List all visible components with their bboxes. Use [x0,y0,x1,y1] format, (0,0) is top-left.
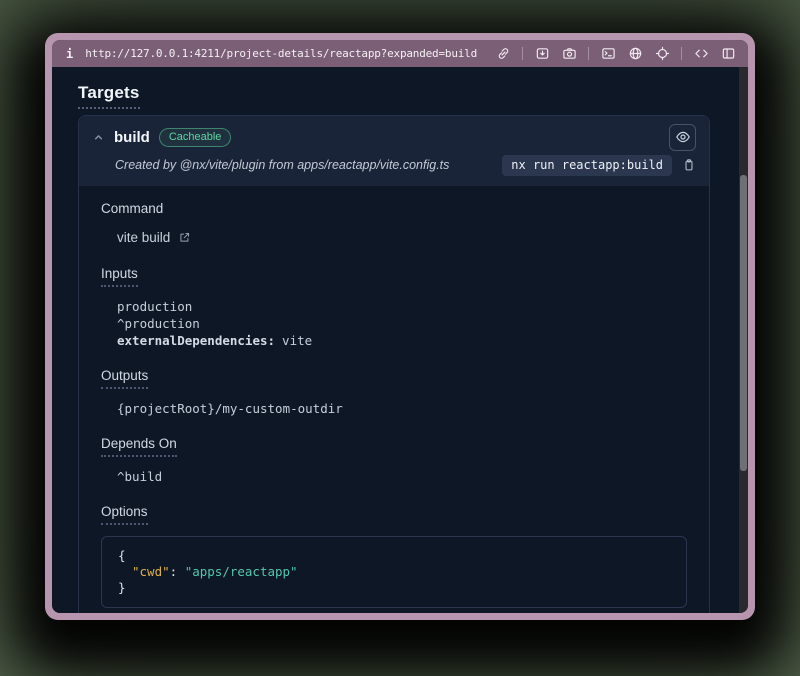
options-label[interactable]: Options [101,503,148,525]
section-options: Options { "cwd": "apps/reactapp" } [101,503,687,608]
outputs-label[interactable]: Outputs [101,367,148,389]
build-card-header: build Cacheable Created by @nx/vite/plug… [79,116,709,186]
camera-icon[interactable] [561,46,577,62]
desktop-background: i http://127.0.0.1:4211/project-details/… [0,0,800,676]
depends-on-label[interactable]: Depends On [101,435,177,457]
depends-on-item: ^build [117,468,687,485]
target-name[interactable]: build [114,129,150,146]
command-link[interactable]: vite build [117,230,191,245]
globe-icon[interactable] [627,46,643,62]
code-line: "cwd": "apps/reactapp" [118,564,670,580]
toolbar-divider [522,47,523,60]
panel-icon[interactable] [720,46,736,62]
input-item: production [117,298,687,315]
browser-viewport: i http://127.0.0.1:4211/project-details/… [52,40,748,613]
page-title: Targets [78,67,710,109]
save-frame-icon[interactable] [534,46,550,62]
code-line: { [118,548,670,564]
toolbar-divider [588,47,589,60]
code-json-separator: : [170,564,185,579]
target-card-build: build Cacheable Created by @nx/vite/plug… [78,115,710,613]
input-dependency-key: externalDependencies: [117,333,275,348]
scrollbar-thumb[interactable] [740,175,747,471]
build-card-body: Command vite build Inputs p [79,186,709,613]
copy-icon[interactable] [682,158,696,172]
link-icon[interactable] [495,46,511,62]
crosshair-icon[interactable] [654,46,670,62]
options-code-block: { "cwd": "apps/reactapp" } [101,536,687,608]
input-dependency-value: vite [282,333,312,348]
terminal-icon[interactable] [600,46,616,62]
code-json-value: "apps/reactapp" [185,564,298,579]
browser-toolbar: i http://127.0.0.1:4211/project-details/… [52,40,748,67]
scrollbar-track[interactable] [739,67,748,613]
input-item: ^production [117,315,687,332]
browser-window: i http://127.0.0.1:4211/project-details/… [45,33,755,620]
build-header-row: build Cacheable [92,126,696,148]
section-outputs: Outputs {projectRoot}/my-custom-outdir [101,367,687,417]
code-icon[interactable] [693,46,709,62]
code-json-key: "cwd" [132,564,170,579]
command-value: vite build [117,230,170,245]
address-bar[interactable]: http://127.0.0.1:4211/project-details/re… [85,47,477,60]
toolbar-actions [495,46,736,62]
code-line: } [118,580,670,596]
created-by-note: Created by @nx/vite/plugin from apps/rea… [115,158,449,172]
view-target-graph-button[interactable] [669,124,696,151]
toolbar-divider [681,47,682,60]
command-label: Command [101,200,163,217]
input-item: externalDependencies: vite [117,332,687,349]
cacheable-badge: Cacheable [159,128,232,147]
chevron-up-icon[interactable] [92,131,105,144]
section-command: Command vite build [101,200,687,247]
project-details-page: Targets build Cacheable [52,67,748,613]
output-item: {projectRoot}/my-custom-outdir [117,400,687,417]
build-header-subrow: Created by @nx/vite/plugin from apps/rea… [92,154,696,176]
external-link-icon [178,231,191,244]
section-inputs: Inputs production ^production externalDe… [101,265,687,349]
section-depends-on: Depends On ^build [101,435,687,485]
run-command-chip: nx run reactapp:build [502,155,672,176]
info-icon: i [66,47,73,61]
inputs-label[interactable]: Inputs [101,265,138,287]
